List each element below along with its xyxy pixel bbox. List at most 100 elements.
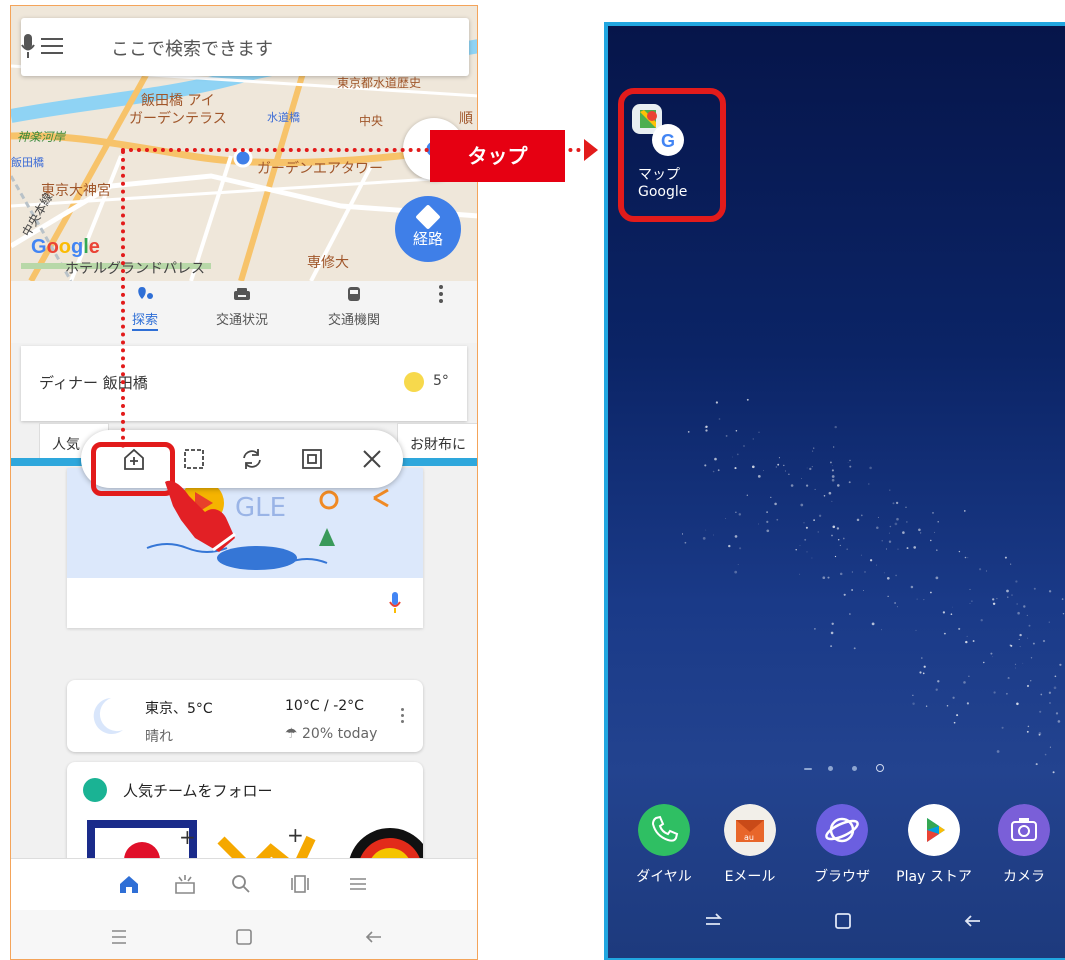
email-icon: au: [724, 804, 776, 856]
wallpaper-star: [735, 511, 737, 513]
wallpaper-star: [1015, 580, 1018, 583]
wallpaper-star: [942, 611, 946, 614]
wallpaper-star: [992, 602, 996, 606]
wallpaper-star: [892, 502, 895, 505]
wallpaper-star: [1062, 612, 1065, 615]
wallpaper-star: [1061, 598, 1064, 600]
map-search-bar[interactable]: ここで検索できます: [21, 18, 469, 76]
annotation-arrow-icon: [584, 139, 598, 161]
hamburger-menu-icon[interactable]: [41, 38, 63, 56]
mic-icon[interactable]: [21, 34, 35, 60]
wallpaper-star: [943, 632, 946, 635]
tap-instruction-label: タップ: [430, 130, 565, 182]
tab-transit[interactable]: 交通機関: [309, 287, 399, 328]
tab-traffic[interactable]: 交通状況: [197, 287, 287, 328]
google-maps-app-icon[interactable]: G: [630, 102, 688, 158]
home-button-icon[interactable]: [233, 926, 255, 948]
bus-icon: [348, 287, 360, 301]
dock-app-dialer[interactable]: ダイヤル: [624, 804, 704, 886]
wallpaper-star: [758, 431, 760, 433]
wallpaper-star: [902, 531, 905, 534]
back-icon[interactable]: [962, 910, 984, 932]
app-label[interactable]: マップ: [638, 164, 680, 184]
snap-window-icon[interactable]: [181, 446, 207, 472]
home-icon[interactable]: [118, 873, 140, 895]
dock-app-browser[interactable]: ブラウザ: [802, 804, 882, 886]
route-button[interactable]: 経路: [395, 196, 461, 262]
wallpaper-star: [799, 573, 801, 575]
wallpaper-star: [868, 483, 870, 485]
wallpaper-star: [922, 672, 925, 675]
dinner-card[interactable]: ディナー 飯田橋 5°: [21, 346, 467, 421]
wallpaper-star: [728, 544, 731, 548]
wallpaper-star: [877, 516, 879, 518]
wallpaper-star: [790, 484, 794, 487]
weather-location: 東京、5°C: [145, 701, 213, 717]
search-placeholder[interactable]: ここで検索できます: [111, 35, 273, 61]
more-options-icon[interactable]: [401, 708, 405, 726]
wallpaper-star: [788, 473, 790, 475]
wallpaper-star: [822, 576, 826, 580]
wallpaper-star: [952, 606, 953, 608]
wallpaper-star: [739, 547, 742, 550]
wallpaper-star: [831, 475, 835, 478]
dock-app-label: Play ストア: [896, 869, 972, 885]
wallpaper-star: [864, 571, 866, 573]
home-button-icon[interactable]: [832, 910, 854, 932]
wallpaper-star: [746, 398, 749, 401]
wallpaper-star: [837, 484, 840, 487]
swap-icon[interactable]: [239, 446, 265, 472]
wallpaper-star: [935, 576, 939, 580]
fullscreen-icon[interactable]: [299, 446, 325, 472]
wallpaper-star: [839, 572, 843, 576]
wallpaper-star: [881, 629, 883, 631]
close-icon[interactable]: [359, 446, 385, 472]
updates-icon[interactable]: [174, 873, 196, 895]
dock-app-label: ダイヤル: [636, 869, 692, 885]
wallpaper-star: [932, 512, 934, 514]
back-icon[interactable]: [363, 926, 385, 948]
wallpaper-star: [1030, 657, 1033, 659]
wallpaper-star: [705, 429, 708, 432]
map-label: 飯田橋: [11, 156, 44, 169]
dock-app-camera[interactable]: カメラ: [984, 804, 1064, 886]
dock-app-play-store[interactable]: Play ストア: [894, 804, 974, 886]
wallet-card-tab[interactable]: お財布に: [397, 423, 477, 463]
wallpaper-star: [774, 502, 777, 506]
search-icon[interactable]: [230, 873, 252, 895]
wallpaper-star: [758, 523, 759, 525]
wallpaper-star: [848, 481, 851, 484]
recent-apps-icon[interactable]: [108, 926, 130, 948]
dock-app-email[interactable]: au Eメール: [710, 804, 790, 886]
weather-card[interactable]: 東京、5°C 10°C / -2°C 晴れ ☂ 20% today: [67, 680, 423, 752]
wallpaper-star: [813, 447, 815, 449]
wallpaper-star: [896, 606, 898, 608]
recent-apps-icon[interactable]: [702, 910, 724, 932]
wallpaper-star: [705, 529, 707, 531]
map-view[interactable]: 飯田橋 アイ ガーデンテラス 水道橋 東京都水道歴史 中央 順 神楽河岸 飯田橋…: [11, 6, 477, 281]
wallpaper-star: [849, 465, 852, 468]
wallpaper-star: [776, 518, 779, 521]
wallpaper-star: [979, 568, 982, 571]
wallpaper-star: [965, 640, 968, 644]
wallpaper-star: [734, 535, 738, 538]
wallpaper-star: [953, 721, 956, 724]
recent-tabs-icon[interactable]: [289, 873, 311, 895]
wallpaper-star: [912, 694, 914, 696]
wallpaper-star: [958, 627, 961, 630]
wallpaper-star: [930, 591, 932, 594]
wallpaper-star: [1026, 614, 1028, 616]
wallpaper-star: [888, 532, 890, 534]
more-options-icon[interactable]: [437, 285, 445, 309]
wallpaper-star: [1054, 675, 1057, 678]
app-label[interactable]: Google: [638, 184, 687, 200]
wallpaper-star: [895, 574, 897, 577]
wallpaper-star: [803, 522, 805, 524]
wallpaper-star: [876, 564, 877, 566]
home-screen-phone: G マップ Google ダイヤル au Eメール ブラウザ Play ストア …: [604, 22, 1065, 960]
menu-icon[interactable]: [347, 873, 369, 895]
mic-icon[interactable]: [389, 592, 401, 614]
google-logo: Google: [31, 236, 100, 258]
wallpaper-star: [811, 557, 813, 559]
follow-team-card[interactable]: 人気チームをフォロー + +: [67, 762, 423, 872]
